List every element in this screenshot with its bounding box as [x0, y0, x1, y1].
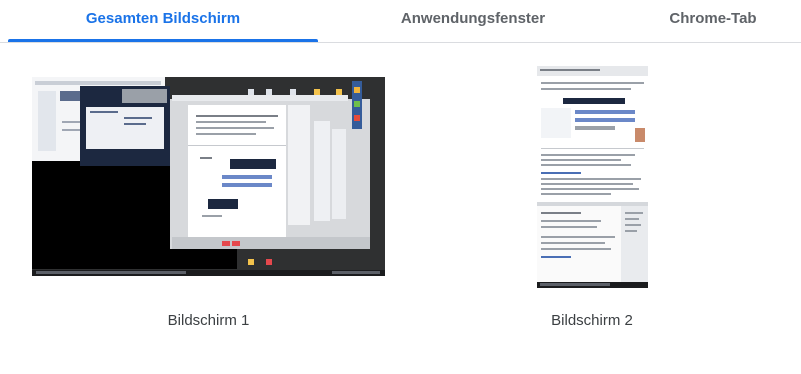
screen-1-label: Bildschirm 1	[167, 312, 250, 329]
screen-2-label: Bildschirm 2	[551, 312, 633, 329]
selected-tab-indicator	[8, 39, 318, 42]
source-tabs: Gesamten Bildschirm Anwendungsfenster Ch…	[0, 0, 801, 43]
screen-option-2[interactable]	[537, 66, 648, 288]
screen-option-1[interactable]	[32, 77, 385, 276]
tab-entire-screen[interactable]: Gesamten Bildschirm	[8, 0, 318, 42]
tab-chrome-tab[interactable]: Chrome-Tab	[628, 0, 798, 42]
screen-2-thumbnail	[537, 66, 648, 288]
tab-application-window[interactable]: Anwendungsfenster	[318, 0, 628, 42]
screen-1-thumbnail	[32, 77, 385, 276]
